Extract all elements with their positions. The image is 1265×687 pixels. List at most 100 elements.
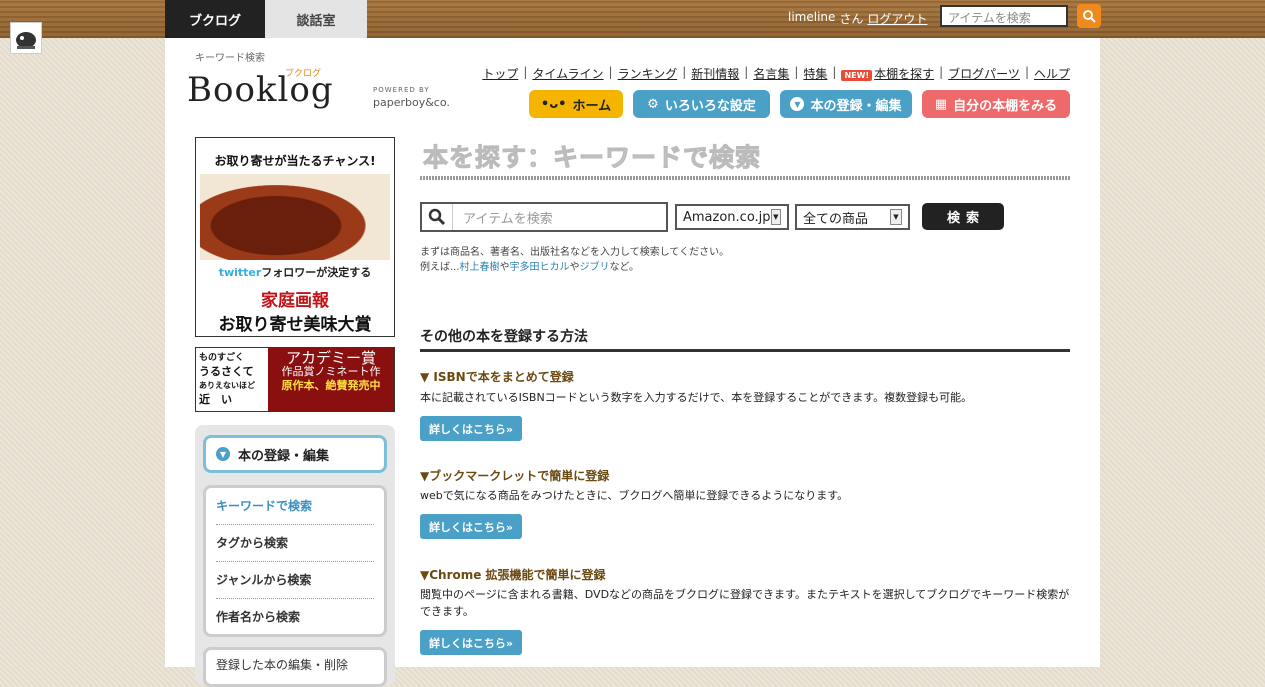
example-link-murakami[interactable]: 村上春樹 bbox=[460, 262, 500, 273]
method-bookmarklet-title: ▼ブックマークレットで簡単に登録 bbox=[420, 469, 610, 483]
avatar[interactable] bbox=[10, 22, 42, 54]
bookshelf-icon: ▦ bbox=[934, 96, 948, 112]
nav-features[interactable]: 特集 bbox=[803, 65, 827, 82]
new-badge: NEW! bbox=[841, 70, 873, 81]
register-edit-button[interactable]: ▼ 本の登録・編集 bbox=[780, 90, 912, 118]
nav-blog-parts[interactable]: ブログパーツ bbox=[948, 65, 1020, 82]
method-isbn-desc: 本に記載されているISBNコードという数字を入力するだけで、本を登録することがで… bbox=[420, 391, 973, 404]
store-select-value: Amazon.co.jp bbox=[683, 209, 771, 225]
search-icon bbox=[422, 204, 453, 230]
store-select[interactable]: Amazon.co.jp ▼ bbox=[675, 204, 789, 230]
paperboy-logo[interactable]: paperboy&co. bbox=[373, 96, 450, 109]
nav-quotes[interactable]: 名言集 bbox=[753, 65, 789, 82]
method-bookmarklet-desc: webで気になる商品をみつけたときに、ブクログへ簡単に登録できるようになります。 bbox=[420, 489, 849, 502]
logout-link[interactable]: ログアウト bbox=[867, 10, 927, 27]
honorific: さん bbox=[839, 12, 864, 26]
ad1-headline: お取り寄せが当たるチャンス! bbox=[214, 154, 376, 168]
category-select-value: 全ての商品 bbox=[803, 211, 869, 227]
smile-icon: •ᴗ• bbox=[540, 96, 567, 112]
category-select[interactable]: 全ての商品 ▼ bbox=[795, 204, 910, 230]
ad2-left: ものすごく うるさくて ありえないほど 近 い bbox=[196, 348, 268, 411]
search-icon bbox=[1083, 10, 1096, 23]
global-nav: トップ | タイムライン | ランキング | 新刊情報 | 名言集 | 特集 | NEW! 本… bbox=[482, 65, 1070, 82]
search-button[interactable]: 検索 bbox=[922, 203, 1004, 230]
nav-top[interactable]: トップ bbox=[482, 65, 518, 82]
logo-ruby: ブクログ bbox=[285, 69, 322, 79]
ad1-twitter-text: フォロワーが決定する bbox=[261, 266, 372, 279]
method-isbn-title: ▼ ISBNで本をまとめて登録 bbox=[420, 370, 574, 384]
gear-icon: ⚙ bbox=[647, 96, 659, 112]
top-search-button[interactable] bbox=[1077, 4, 1101, 28]
sidebar-item-author-search[interactable]: 作者名から検索 bbox=[216, 599, 374, 635]
method-chrome-desc: 閲覧中のページに含まれる書籍、DVDなどの商品をブクログに登録できます。またテキ… bbox=[420, 588, 1070, 618]
nav-find-shelves[interactable]: 本棚を探す bbox=[874, 67, 934, 81]
sidebar-item-keyword-search[interactable]: キーワードで検索 bbox=[216, 488, 374, 525]
ad1-food-image bbox=[200, 174, 390, 260]
booklog-logo[interactable]: Booklog ブクログ bbox=[187, 69, 367, 114]
method-chrome-title: ▼Chrome 拡張機能で簡単に登録 bbox=[420, 568, 606, 582]
nav-ranking[interactable]: ランキング bbox=[618, 65, 678, 82]
keyword-search-label: キーワード検索 bbox=[195, 53, 265, 64]
tab-danwashitsu[interactable]: 談話室 bbox=[265, 0, 367, 38]
ad2-right-3: 原作本、絶賛発売中 bbox=[281, 379, 381, 392]
twitter-brand: twitter bbox=[218, 266, 262, 279]
ad1-title1: 家庭画報 bbox=[261, 291, 329, 311]
title-divider bbox=[420, 176, 1070, 180]
examples-sep: や bbox=[569, 262, 580, 273]
main-page: キーワード検索 Booklog ブクログ POWERED BY paperboy… bbox=[165, 38, 1100, 687]
example-link-utada[interactable]: 宇多田ヒカル bbox=[510, 262, 570, 273]
search-input[interactable]: アイテムを検索 bbox=[420, 202, 668, 232]
sidebar-item-tag-search[interactable]: タグから検索 bbox=[216, 525, 374, 562]
settings-label: いろいろな設定 bbox=[664, 98, 756, 114]
examples-prefix: 例えば... bbox=[420, 262, 460, 273]
sidebar: ▼ 本の登録・編集 キーワードで検索 タグから検索 ジャンルから検索 作者名から… bbox=[195, 425, 395, 687]
page-title: 本を探す：キーワードで検索 bbox=[422, 143, 762, 173]
method-chrome-details-button[interactable]: 詳しくはこちら» bbox=[420, 630, 522, 655]
powered-by: POWERED BY bbox=[373, 86, 430, 94]
section-divider bbox=[420, 349, 1070, 352]
home-label: ホーム bbox=[572, 98, 612, 114]
sidebar-heading-label: 本の登録・編集 bbox=[238, 448, 330, 464]
my-shelf-button[interactable]: ▦ 自分の本棚をみる bbox=[922, 90, 1070, 118]
ad-banner-movie[interactable]: ものすごく うるさくて ありえないほど 近 い アカデミー賞 作品賞ノミネート作… bbox=[195, 347, 395, 412]
nav-help[interactable]: ヘルプ bbox=[1034, 65, 1070, 82]
top-search-input[interactable]: アイテムを検索 bbox=[940, 5, 1068, 27]
ad2-right-2: 作品賞ノミネート作 bbox=[281, 365, 381, 378]
search-placeholder: アイテムを検索 bbox=[463, 211, 553, 227]
sidebar-item-edit-delete[interactable]: 登録した本の編集・削除 bbox=[203, 647, 387, 687]
nav-timeline[interactable]: タイムライン bbox=[532, 65, 603, 82]
dropdown-arrow-icon: ▼ bbox=[890, 209, 902, 225]
register-edit-label: 本の登録・編集 bbox=[810, 98, 902, 114]
ad2-left-1: ものすごく bbox=[199, 353, 245, 363]
user-area: limeline さん ログアウト bbox=[788, 10, 927, 27]
method-isbn-details-button[interactable]: 詳しくはこちら» bbox=[420, 416, 522, 441]
username: limeline bbox=[788, 10, 836, 24]
sidebar-item-genre-search[interactable]: ジャンルから検索 bbox=[216, 562, 374, 599]
sidebar-heading[interactable]: ▼ 本の登録・編集 bbox=[203, 435, 387, 473]
sidebar-list: キーワードで検索 タグから検索 ジャンルから検索 作者名から検索 bbox=[203, 485, 387, 637]
search-examples: 例えば...村上春樹や宇多田ヒカルやジブリなど。 bbox=[420, 258, 639, 273]
examples-suffix: など。 bbox=[609, 262, 640, 273]
ad-banner-gourmet[interactable]: お取り寄せが当たるチャンス! twitterフォロワーが決定する 家庭画報 お取… bbox=[195, 137, 395, 337]
search-hint: まずは商品名、著者名、出版社名などを入力して検索してください。 bbox=[420, 247, 730, 258]
method-bookmarklet-details-button[interactable]: 詳しくはこちら» bbox=[420, 514, 522, 539]
chevron-down-icon: ▼ bbox=[216, 447, 230, 461]
ad1-twitter-line: twitterフォロワーが決定する bbox=[196, 264, 394, 280]
section-title: その他の本を登録する方法 bbox=[420, 329, 588, 345]
hedgehog-icon bbox=[16, 32, 36, 49]
dropdown-arrow-icon: ▼ bbox=[770, 209, 781, 225]
tab-booklog[interactable]: ブクログ bbox=[165, 0, 265, 38]
ad2-right: アカデミー賞 作品賞ノミネート作 原作本、絶賛発売中 bbox=[268, 348, 394, 411]
settings-button[interactable]: ⚙ いろいろな設定 bbox=[633, 90, 770, 118]
home-button[interactable]: •ᴗ• ホーム bbox=[529, 90, 623, 118]
ad2-left-2: うるさくて bbox=[199, 365, 254, 378]
examples-sep: や bbox=[499, 262, 510, 273]
nav-new-releases[interactable]: 新刊情報 bbox=[691, 65, 739, 82]
ad2-left-3: ありえないほど bbox=[199, 381, 255, 390]
ad2-right-1: アカデミー賞 bbox=[285, 349, 376, 367]
ad1-title2: お取り寄せ美味大賞 bbox=[218, 315, 372, 335]
example-link-ghibli[interactable]: ジブリ bbox=[580, 262, 610, 273]
chevron-down-icon: ▼ bbox=[790, 97, 805, 111]
my-shelf-label: 自分の本棚をみる bbox=[953, 98, 1058, 114]
ad2-left-4: 近 い bbox=[199, 393, 232, 406]
